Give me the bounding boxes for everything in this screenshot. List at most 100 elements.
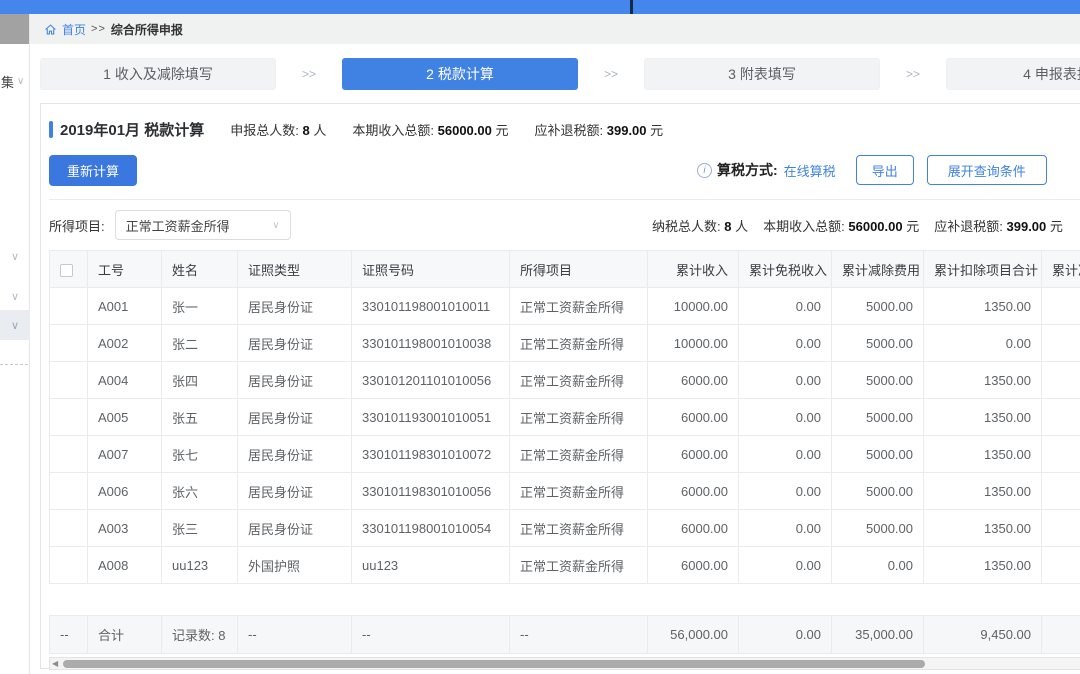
total-cell: 9,450.00 <box>924 616 1042 654</box>
table-cell: 330101198301010072 <box>352 436 510 473</box>
table-cell <box>1042 473 1080 510</box>
step-2-tax-calc[interactable]: 2 税款计算 <box>342 58 578 90</box>
table-row[interactable]: A003张三居民身份证330101198001010054正常工资薪金所得600… <box>50 510 1080 547</box>
step-4-submit[interactable]: 4 申报表报送 <box>946 58 1080 90</box>
stat-value: 399.00 <box>1007 219 1047 234</box>
filter-stats: 纳税总人数: 8 人 本期收入总额: 56000.00 元 应补退税额: 399… <box>652 200 1063 250</box>
stat-unit: 人 <box>313 123 326 138</box>
expand-query-button[interactable]: 展开查询条件 <box>927 155 1047 185</box>
table-cell: 1350.00 <box>924 473 1042 510</box>
breadcrumb-separator: >> <box>91 23 106 35</box>
table-cell: 正常工资薪金所得 <box>510 473 648 510</box>
table-cell: 1350.00 <box>924 288 1042 325</box>
table-cell <box>1042 510 1080 547</box>
scroll-left-arrow-icon[interactable]: ◀ <box>52 659 58 669</box>
sidebar-item-chevron[interactable]: ∨ <box>0 250 30 263</box>
column-header: 累计免税收入 <box>739 251 832 288</box>
page-title: 2019年01月 税款计算 <box>60 119 204 140</box>
scrollbar-thumb[interactable] <box>63 660 925 668</box>
select-value: 正常工资薪金所得 <box>126 216 230 235</box>
recalculate-button[interactable]: 重新计算 <box>49 155 137 186</box>
sidebar-item-chevron[interactable]: ∨ <box>0 290 30 303</box>
table-cell: 10000.00 <box>648 325 739 362</box>
table-cell: A002 <box>88 325 162 362</box>
table-row[interactable]: A004张四居民身份证330101201101010056正常工资薪金所得600… <box>50 362 1080 399</box>
stat-label: 本期收入总额: <box>763 219 845 234</box>
total-cell: 记录数: 8 <box>162 616 238 654</box>
table-cell: 居民身份证 <box>238 510 352 547</box>
period-label: 2019年01月 <box>60 122 140 139</box>
table-body: A001张一居民身份证330101198001010011正常工资薪金所得100… <box>50 288 1080 584</box>
step-1-income[interactable]: 1 收入及减除填写 <box>40 58 276 90</box>
export-button[interactable]: 导出 <box>856 155 914 185</box>
sidebar-item-partial[interactable]: 集 ∨ <box>1 72 24 91</box>
stat-value: 8 <box>724 219 731 234</box>
table-cell: 张四 <box>162 362 238 399</box>
table-cell: 正常工资薪金所得 <box>510 362 648 399</box>
sidebar-item-active[interactable]: ∨ <box>0 310 30 340</box>
table-cell <box>50 473 88 510</box>
chevron-down-icon: ∨ <box>17 76 24 87</box>
table-cell <box>50 399 88 436</box>
stat-taxpayer-count: 纳税总人数: 8 人 <box>652 216 748 235</box>
table-cell <box>1042 288 1080 325</box>
table-cell: 5000.00 <box>832 473 924 510</box>
table-cell: 0.00 <box>739 325 832 362</box>
step-3-schedules[interactable]: 3 附表填写 <box>644 58 880 90</box>
table-cell: 居民身份证 <box>238 399 352 436</box>
table-cell: 0.00 <box>739 436 832 473</box>
table-row[interactable]: A007张七居民身份证330101198301010072正常工资薪金所得600… <box>50 436 1080 473</box>
stat-income-total: 本期收入总额: 56000.00 元 <box>352 120 508 139</box>
stat-label: 应补退税额: <box>934 219 1003 234</box>
table-cell <box>1042 436 1080 473</box>
column-header: 累计扣除项目合计 <box>924 251 1042 288</box>
totals-table: --合计记录数: 8------56,000.000.0035,000.009,… <box>49 615 1080 654</box>
stat-label: 本期收入总额: <box>352 123 434 138</box>
total-cell: -- <box>238 616 352 654</box>
income-item-select[interactable]: 正常工资薪金所得 ∨ <box>115 210 291 240</box>
stat-label: 申报总人数: <box>230 123 299 138</box>
table-cell: 1350.00 <box>924 362 1042 399</box>
stat-value: 8 <box>303 123 310 138</box>
stat-tax-due: 应补退税额: 399.00 元 <box>535 120 664 139</box>
horizontal-scrollbar[interactable]: ◀ <box>49 657 1080 670</box>
table-cell: 0.00 <box>739 288 832 325</box>
stat-unit: 元 <box>650 123 663 138</box>
total-cell <box>1042 616 1080 654</box>
table-cell: A005 <box>88 399 162 436</box>
table-cell: 居民身份证 <box>238 362 352 399</box>
stat-tax-due: 应补退税额: 399.00 元 <box>934 216 1063 235</box>
column-header: 累计准予扣除的捐赠额 <box>1042 251 1080 288</box>
table-cell: 6000.00 <box>648 473 739 510</box>
income-item-label: 所得项目: <box>49 216 105 235</box>
table-cell: 0.00 <box>739 510 832 547</box>
table-cell: 6000.00 <box>648 510 739 547</box>
table-cell: 6000.00 <box>648 399 739 436</box>
table-cell: 330101198001010011 <box>352 288 510 325</box>
table-cell: 330101198301010056 <box>352 473 510 510</box>
column-header: 累计收入 <box>648 251 739 288</box>
breadcrumb-home-link[interactable]: 首页 <box>62 21 86 38</box>
table-cell: 1350.00 <box>924 399 1042 436</box>
total-cell: 35,000.00 <box>832 616 924 654</box>
select-all-checkbox[interactable] <box>60 264 73 277</box>
step-separator: >> <box>276 67 342 81</box>
tax-mode-value-link[interactable]: 在线算税 <box>784 161 836 180</box>
column-header: 证照号码 <box>352 251 510 288</box>
stat-declared-count: 申报总人数: 8 人 <box>230 120 326 139</box>
table-row[interactable]: A006张六居民身份证330101198301010056正常工资薪金所得600… <box>50 473 1080 510</box>
table-cell: 0.00 <box>739 473 832 510</box>
table-cell: A007 <box>88 436 162 473</box>
table-row[interactable]: A001张一居民身份证330101198001010011正常工资薪金所得100… <box>50 288 1080 325</box>
table-cell: A001 <box>88 288 162 325</box>
stat-unit: 元 <box>906 219 919 234</box>
column-header: 工号 <box>88 251 162 288</box>
table-row[interactable]: A005张五居民身份证330101193001010051正常工资薪金所得600… <box>50 399 1080 436</box>
table-cell: 张一 <box>162 288 238 325</box>
table-cell <box>1042 362 1080 399</box>
table-row[interactable]: A002张二居民身份证330101198001010038正常工资薪金所得100… <box>50 325 1080 362</box>
table-row[interactable]: A008uu123外国护照uu123正常工资薪金所得6000.000.000.0… <box>50 547 1080 584</box>
table-cell <box>1042 399 1080 436</box>
tax-calc-panel: 2019年01月 税款计算 申报总人数: 8 人 本期收入总额: 56000.0… <box>40 103 1080 669</box>
table-cell: 张三 <box>162 510 238 547</box>
